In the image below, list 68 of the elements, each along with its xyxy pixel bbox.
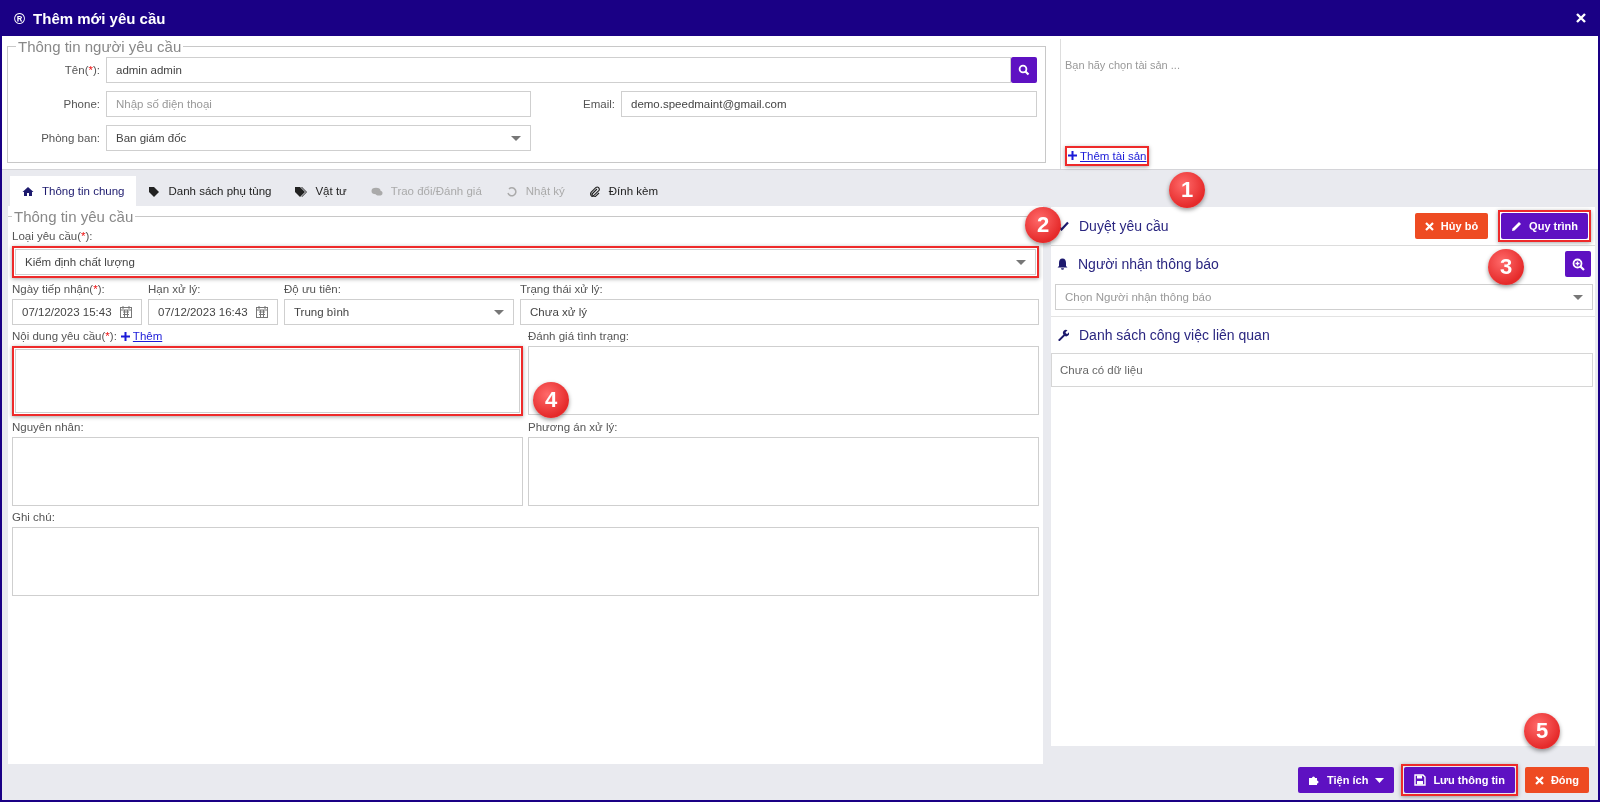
field-label: Phòng ban: — [40, 132, 100, 144]
section-title: Người nhận thông báo — [1078, 256, 1219, 272]
assessment-textarea[interactable] — [528, 346, 1039, 415]
field-label: Phone: — [62, 98, 100, 110]
status-field: Chưa xử lý — [520, 299, 1039, 325]
request-type-select[interactable]: Kiểm định chất lượng — [15, 249, 1036, 275]
field-label: Đánh giá tình trạng: — [528, 330, 630, 342]
close-icon — [1534, 775, 1544, 785]
priority-select[interactable]: Trung bình — [284, 299, 514, 325]
puzzle-icon — [1308, 774, 1320, 786]
field-label: Ghi chú: — [12, 511, 56, 523]
calendar-icon — [256, 306, 268, 318]
field-label: Ngày tiếp nhận(*): — [12, 283, 106, 295]
cancel-button[interactable]: Hủy bỏ — [1414, 213, 1489, 239]
zoom-in-button[interactable] — [1565, 251, 1591, 277]
field-label: Tên(*): — [63, 64, 100, 76]
field-label: Nguyên nhân: — [12, 421, 85, 433]
tab[interactable]: Đính kèm — [576, 176, 670, 206]
chat-icon — [370, 185, 383, 197]
department-select[interactable]: Ban giám đốc — [106, 125, 531, 151]
paperclip-icon — [588, 185, 601, 197]
close-button[interactable]: Đóng — [1524, 767, 1589, 793]
caret-icon — [1573, 294, 1583, 300]
search-button[interactable] — [1011, 57, 1037, 83]
caret-icon — [494, 309, 504, 315]
plus-icon — [120, 331, 130, 341]
add-link[interactable]: Thêm — [120, 330, 163, 342]
field-label: Trạng thái xử lý: — [520, 283, 604, 295]
date-field[interactable]: 07/12/2023 16:43 — [148, 299, 278, 325]
name-field[interactable]: admin admin — [106, 57, 1011, 83]
calendar-icon — [120, 306, 132, 318]
group-legend: Thông tin người yêu cầu — [16, 38, 184, 55]
field-label: Nội dung yêu cầu(*): — [12, 330, 117, 342]
close-icon — [1424, 221, 1434, 231]
logo-mark: ® — [14, 9, 26, 27]
zoom-in-icon — [1571, 257, 1585, 271]
date-field[interactable]: 07/12/2023 15:43 — [12, 299, 142, 325]
section-title: Duyệt yêu cầu — [1079, 218, 1169, 234]
add-asset-link[interactable]: Thêm tài sản — [1068, 149, 1147, 162]
caret-icon — [1016, 259, 1026, 265]
email-field[interactable]: demo.speedmaint@gmail.com — [621, 91, 1037, 117]
bell-icon — [1057, 258, 1068, 270]
field-label: Email: — [582, 98, 615, 110]
window-title: Thêm mới yêu cầu — [33, 9, 166, 27]
caret-icon — [511, 135, 521, 141]
tab[interactable]: Danh sách phụ tùng — [136, 176, 284, 206]
tag-icon — [148, 185, 161, 197]
wrench-icon — [1057, 329, 1069, 341]
group-legend: Thông tin yêu cầu — [12, 208, 136, 225]
utilities-menu-button[interactable]: Tiện ích — [1298, 767, 1395, 793]
field-label: Phương án xử lý: — [528, 421, 619, 433]
field-label: Loại yêu cầu(*): — [12, 230, 94, 242]
workflow-button[interactable]: Quy trình — [1501, 213, 1588, 239]
empty-message: Chưa có dữ liệu — [1060, 364, 1143, 376]
close-icon[interactable] — [1576, 13, 1586, 23]
field-label: Độ ưu tiên: — [284, 283, 342, 295]
home-icon — [22, 185, 34, 197]
section-title: Danh sách công việc liên quan — [1079, 327, 1270, 343]
caret-icon — [1375, 777, 1385, 783]
history-icon — [505, 185, 518, 197]
pencil-icon — [1511, 220, 1523, 232]
tab[interactable]: Vật tư — [283, 176, 359, 206]
tab[interactable]: Thông tin chung — [10, 176, 137, 206]
tags-icon — [295, 185, 308, 197]
search-icon — [1018, 64, 1030, 76]
plus-icon — [1068, 151, 1077, 160]
field-label: Hạn xử lý: — [148, 283, 202, 295]
save-button[interactable]: Lưu thông tin — [1404, 767, 1515, 793]
